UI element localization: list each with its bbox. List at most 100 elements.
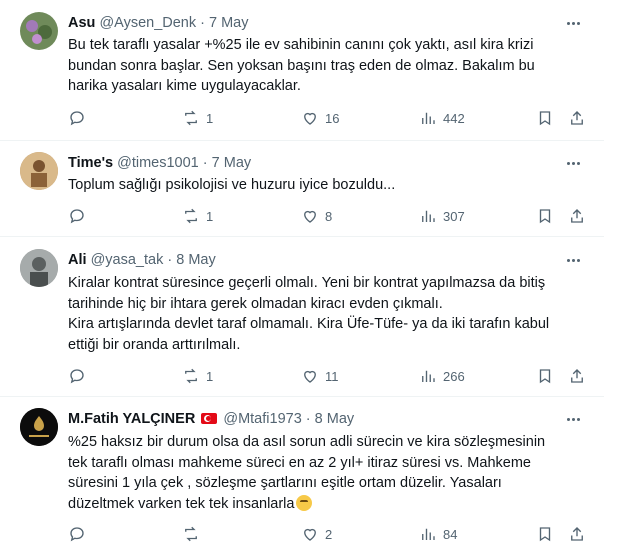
tweet-header: Asu @Aysen_Denk · 7 May xyxy=(68,14,249,32)
tweet-text: Kiralar kontrat süresince geçerli olmalı… xyxy=(68,273,588,355)
views-button[interactable]: 307 xyxy=(419,206,465,226)
tweet-header: Time's @times1001 · 7 May xyxy=(68,154,251,172)
views-button[interactable]: 442 xyxy=(419,108,465,128)
heart-icon xyxy=(304,112,316,125)
retweet-count: 1 xyxy=(206,368,214,384)
tweet-text: Bu tek taraflı yasalar +%25 ile ev sahib… xyxy=(68,35,588,97)
views-icon xyxy=(422,528,435,540)
retweet-icon xyxy=(185,368,197,384)
bookmark-icon xyxy=(539,369,551,384)
more-icon[interactable] xyxy=(562,410,584,428)
like-count: 8 xyxy=(325,208,333,224)
heart-icon xyxy=(304,210,316,223)
tweet-header: Ali @yasa_tak · 8 May xyxy=(68,251,216,269)
tweet-line: Toplum sağlığı psikolojisi ve huzuru iyi… xyxy=(68,177,396,193)
reply-button[interactable] xyxy=(68,524,92,544)
tweet-actions: 2 84 xyxy=(68,524,588,544)
share-icon xyxy=(571,369,583,383)
bookmark-button[interactable] xyxy=(536,524,554,544)
share-button[interactable] xyxy=(568,206,586,226)
tweet-actions: 1 11 266 xyxy=(68,366,588,386)
bookmark-icon xyxy=(539,111,551,126)
tweet-line: %25 haksız bir durum olsa da asıl sorun … xyxy=(68,434,546,450)
like-count: 11 xyxy=(325,368,339,384)
tweet-line: Kiralar kontrat süresince geçerli olmalı… xyxy=(68,275,546,291)
share-button[interactable] xyxy=(568,524,586,544)
view-count: 84 xyxy=(443,526,458,542)
more-icon[interactable] xyxy=(562,154,584,172)
retweet-button[interactable]: 1 xyxy=(182,206,213,226)
bookmark-button[interactable] xyxy=(536,366,554,386)
author-name[interactable]: Time's xyxy=(68,155,113,171)
share-icon xyxy=(571,209,583,223)
tweet-text: Toplum sağlığı psikolojisi ve huzuru iyi… xyxy=(68,175,588,196)
retweet-icon xyxy=(185,110,197,126)
tweet-line: harika yasaları kime uygulayacaklar. xyxy=(68,78,301,94)
retweet-count: 1 xyxy=(206,110,214,126)
view-count: 266 xyxy=(443,368,465,384)
like-button[interactable]: 8 xyxy=(301,206,332,226)
reply-icon xyxy=(70,209,84,224)
tweet-actions: 1 8 307 xyxy=(68,206,588,226)
retweet-button[interactable]: 1 xyxy=(182,366,213,386)
bookmark-button[interactable] xyxy=(536,206,554,226)
tweet-line: tek taraflı olması mahkeme süreci en az … xyxy=(68,454,531,471)
retweet-count: 1 xyxy=(206,208,214,224)
heart-icon xyxy=(304,528,316,541)
author-name[interactable]: Asu xyxy=(68,15,95,31)
avatar[interactable] xyxy=(20,408,58,446)
tweet-date[interactable]: 7 May xyxy=(209,15,249,31)
tweet-date[interactable]: 8 May xyxy=(315,411,355,427)
tweet-date[interactable]: 7 May xyxy=(212,155,252,171)
tweet-line: tarihinde hiç bir ihtara gerek olmadan k… xyxy=(68,295,443,312)
bookmark-button[interactable] xyxy=(536,108,554,128)
views-icon xyxy=(422,112,435,124)
share-icon xyxy=(571,111,583,125)
turkey-flag-icon xyxy=(201,413,218,424)
more-icon[interactable] xyxy=(562,14,584,32)
tweet-line: bundan sonra başlar. Sen yoksan başını t… xyxy=(68,57,535,74)
views-button[interactable]: 266 xyxy=(419,366,465,386)
retweet-button[interactable] xyxy=(182,524,206,544)
separator: · xyxy=(202,155,208,171)
avatar[interactable] xyxy=(20,12,58,50)
thinking-face-icon xyxy=(296,494,313,511)
retweet-button[interactable]: 1 xyxy=(182,108,213,128)
reply-icon xyxy=(70,111,84,126)
views-button[interactable]: 84 xyxy=(419,524,457,544)
author-name[interactable]: Ali xyxy=(68,252,87,268)
share-button[interactable] xyxy=(568,108,586,128)
views-icon xyxy=(422,370,435,382)
author-name[interactable]: M.Fatih YALÇINER xyxy=(68,411,195,427)
bookmark-icon xyxy=(539,209,551,224)
avatar[interactable] xyxy=(20,152,58,190)
share-button[interactable] xyxy=(568,366,586,386)
tweet[interactable]: Asu @Aysen_Denk · 7 May Bu tek taraflı y… xyxy=(0,0,604,141)
avatar[interactable] xyxy=(20,249,58,287)
views-icon xyxy=(422,210,435,222)
bookmark-icon xyxy=(539,527,551,542)
more-icon[interactable] xyxy=(562,251,584,269)
tweet-line: düzeltmek varken tek tek insanlarla xyxy=(68,495,295,512)
tweet[interactable]: M.Fatih YALÇINER @Mtafi1973 · 8 May %25 … xyxy=(0,396,604,552)
author-handle[interactable]: @Mtafi1973 xyxy=(223,411,301,427)
tweet[interactable]: Ali @yasa_tak · 8 May Kiralar kontrat sü… xyxy=(0,236,604,397)
reply-icon xyxy=(70,527,84,542)
share-icon xyxy=(571,527,583,541)
tweet-header: M.Fatih YALÇINER @Mtafi1973 · 8 May xyxy=(68,410,354,428)
tweet[interactable]: Time's @times1001 · 7 May Toplum sağlığı… xyxy=(0,140,604,237)
retweet-icon xyxy=(185,526,197,542)
reply-button[interactable] xyxy=(68,108,92,128)
tweet-line: Bu tek taraflı yasalar +%25 ile ev sahib… xyxy=(68,37,534,53)
author-handle[interactable]: @times1001 xyxy=(117,155,199,171)
author-handle[interactable]: @yasa_tak xyxy=(91,252,164,268)
view-count: 442 xyxy=(443,110,465,126)
like-button[interactable]: 2 xyxy=(301,524,332,544)
reply-button[interactable] xyxy=(68,206,92,226)
reply-button[interactable] xyxy=(68,366,92,386)
like-button[interactable]: 11 xyxy=(301,366,339,386)
author-handle[interactable]: @Aysen_Denk xyxy=(99,15,196,31)
tweet-date[interactable]: 8 May xyxy=(176,252,216,268)
like-button[interactable]: 16 xyxy=(301,108,339,128)
retweet-icon xyxy=(185,208,197,224)
